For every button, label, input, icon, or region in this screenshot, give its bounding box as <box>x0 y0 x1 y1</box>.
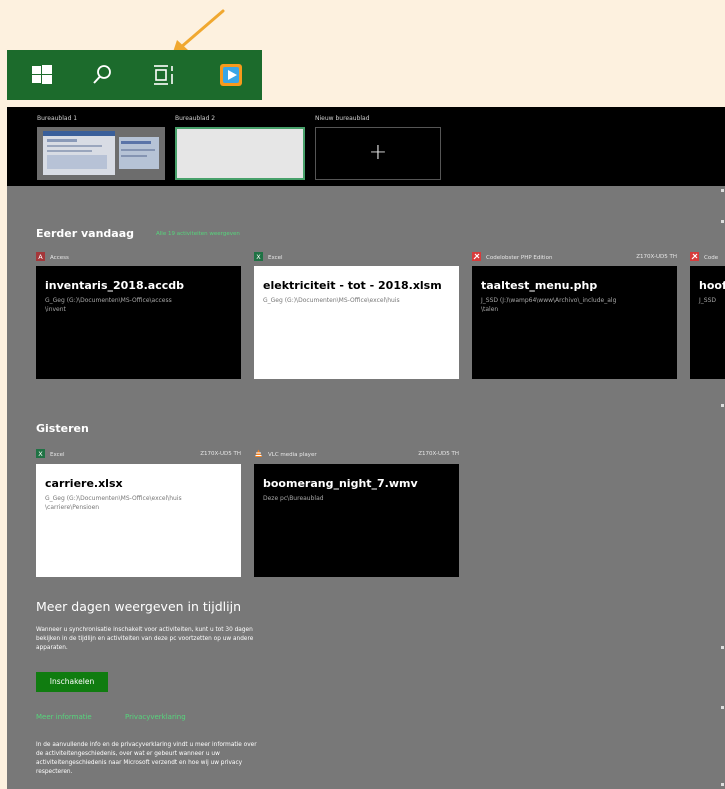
privacy-footer-text: In de aanvullende info en de privacyverk… <box>36 742 257 775</box>
timeline-marker <box>721 404 724 407</box>
plus-icon: + <box>368 140 388 165</box>
svg-text:X: X <box>38 450 43 458</box>
activity-card-elektriciteit[interactable]: elektriciteit - tot - 2018.xlsm G_Geg (G… <box>254 266 459 379</box>
activity-card-boomerang[interactable]: boomerang_night_7.wmv Deze pc\Bureaublad <box>254 464 459 577</box>
card-header-codelobster: Codelobster PHP Edition Z170X-UD5 TH <box>472 252 677 264</box>
card-path: Deze pc\Bureaublad <box>263 495 324 502</box>
taskbar <box>7 50 262 100</box>
card-header-vlc: VLC media player Z170X-UD5 TH <box>254 449 459 461</box>
timeline-marker <box>721 646 724 649</box>
card-app-name: Code <box>704 255 719 261</box>
codelobster-icon <box>472 252 481 261</box>
card-title: inventaris_2018.accdb <box>45 279 184 292</box>
card-header-excel: X Excel Z170X-UD5 TH <box>36 449 241 461</box>
desktop-1-thumbnail[interactable] <box>37 127 165 180</box>
card-app-name: VLC media player <box>268 452 317 458</box>
codelobster-icon <box>690 252 699 261</box>
activity-card-inventaris[interactable]: inventaris_2018.accdb G_Geg (G:)\Documen… <box>36 266 241 379</box>
timeline-panel: Bureaublad 1 Bureaublad 2 Nieuw bureaubl… <box>7 107 725 789</box>
search-icon[interactable] <box>89 62 115 88</box>
svg-text:A: A <box>38 253 43 261</box>
privacy-statement-link[interactable]: Privacyverklaring <box>125 713 186 721</box>
more-days-title: Meer dagen weergeven in tijdlijn <box>36 599 242 614</box>
windows-icon[interactable] <box>29 62 55 88</box>
timeline-marker <box>721 220 724 223</box>
card-device-name: Z170X-UD5 TH <box>418 451 459 457</box>
card-app-name: Codelobster PHP Edition <box>486 255 553 261</box>
vlc-icon <box>255 449 262 457</box>
card-header-access: A Access <box>36 252 241 264</box>
card-path: J_SSD <box>699 297 717 304</box>
card-device-name: Z170X-UD5 TH <box>636 254 677 260</box>
section-title-today: Eerder vandaag <box>36 227 135 240</box>
enable-sync-button[interactable]: Inschakelen <box>36 672 108 692</box>
card-app-name: Access <box>50 255 69 261</box>
virtual-desktop-strip: Bureaublad 1 Bureaublad 2 Nieuw bureaubl… <box>7 107 725 186</box>
card-header-excel: X Excel <box>254 252 459 264</box>
card-title: taaltest_menu.php <box>481 279 598 292</box>
card-title: elektriciteit - tot - 2018.xlsm <box>263 279 442 292</box>
card-path: G_Geg (G:)\Documenten\MS-Office\excel\hu… <box>263 297 400 304</box>
vlc-taskbar-icon[interactable] <box>218 62 244 88</box>
access-icon: A <box>36 252 45 261</box>
card-app-name: Excel <box>268 255 283 261</box>
svg-text:X: X <box>256 253 261 261</box>
card-header-code: Code <box>690 252 725 264</box>
section-title-yesterday: Gisteren <box>36 422 89 435</box>
desktop-2-thumbnail[interactable] <box>175 127 305 180</box>
card-title: carriere.xlsx <box>45 477 123 490</box>
excel-icon: X <box>36 449 45 458</box>
desktop-2-label: Bureaublad 2 <box>175 115 216 122</box>
card-path: G_Geg (G:)\Documenten\MS-Office\excel\hu… <box>45 495 182 511</box>
card-path: G_Geg (G:)\Documenten\MS-Office\access \… <box>45 297 172 313</box>
timeline-marker <box>721 706 724 709</box>
timeline-marker <box>721 783 724 786</box>
desktop-1-label: Bureaublad 1 <box>37 115 78 122</box>
activity-card-hoof[interactable]: hoof J_SSD <box>690 266 725 379</box>
card-title: boomerang_night_7.wmv <box>263 477 418 490</box>
card-path: J_SSD (J:)\wamp64\www\Archivo\_include_a… <box>481 297 617 313</box>
desktop-1-preview <box>37 127 165 180</box>
task-view-icon[interactable] <box>151 62 177 88</box>
more-info-link[interactable]: Meer informatie <box>36 713 92 721</box>
excel-icon: X <box>254 252 263 261</box>
card-device-name: Z170X-UD5 TH <box>200 451 241 457</box>
card-app-name: Excel <box>50 452 65 458</box>
new-desktop-label: Nieuw bureaublad <box>315 115 370 122</box>
activity-card-taaltest[interactable]: taaltest_menu.php J_SSD (J:)\wamp64\www\… <box>472 266 677 379</box>
new-desktop-button[interactable]: + <box>315 127 441 180</box>
card-title: hoof <box>699 279 725 292</box>
activity-card-carriere[interactable]: carriere.xlsx G_Geg (G:)\Documenten\MS-O… <box>36 464 241 577</box>
more-days-description: Wanneer u synchronisatie inschakelt voor… <box>36 627 254 651</box>
show-all-activities-link[interactable]: Alle 19 activiteiten weergeven <box>156 231 240 237</box>
timeline-marker <box>721 189 724 192</box>
